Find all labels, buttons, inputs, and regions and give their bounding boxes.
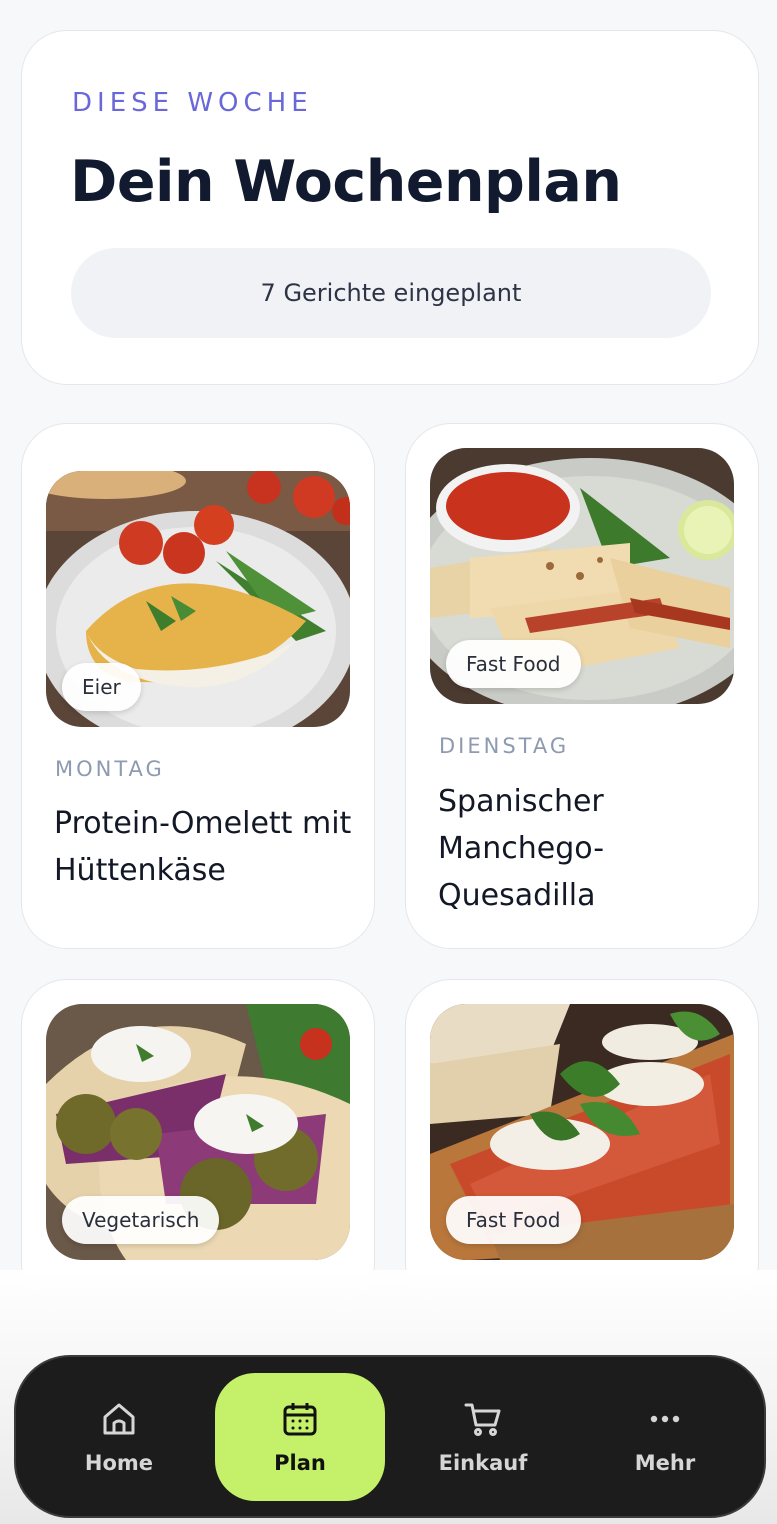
page-title: Dein Wochenplan [70,149,622,215]
meal-title: Spanischer Manchego-Quesadilla [438,784,605,913]
nav-label-mehr: Mehr [634,1451,696,1475]
meal-card-tuesday[interactable]: Fast Food DIENSTAG Spanischer Manchego-Q… [405,423,759,949]
meal-tag: Fast Food [446,640,581,688]
meal-image-pizzabread: Fast Food [430,1004,734,1260]
meal-image-falafel: Vegetarisch [46,1004,350,1260]
meal-day-label: DIENSTAG [439,734,570,758]
bottom-navigation: Home Plan Einkauf Mehr [14,1355,766,1518]
home-icon [103,1403,135,1435]
meal-card-4[interactable]: Fast Food [405,979,759,1309]
meal-image-omelette: Eier [46,471,350,727]
meal-image-quesadilla: Fast Food [430,448,734,704]
meal-tag: Vegetarisch [62,1196,220,1244]
meal-tag: Eier [62,663,141,711]
nav-label-einkauf: Einkauf [438,1451,528,1475]
more-icon [650,1415,680,1423]
meal-day-label: MONTAG [55,757,165,781]
cart-icon [464,1403,501,1436]
meal-card-3[interactable]: Vegetarisch [21,979,375,1309]
nav-label-home: Home [84,1451,154,1475]
calendar-icon [283,1403,317,1436]
nav-item-plan[interactable]: Plan [215,1373,385,1501]
meal-card-monday[interactable]: Eier MONTAG Protein-Omelett mit Hüttenkä… [21,423,375,949]
meal-title: Protein-Omelett mit Hüttenkäse [54,806,352,888]
nav-item-mehr[interactable]: Mehr [580,1373,750,1501]
nav-item-einkauf[interactable]: Einkauf [398,1373,568,1501]
meal-tag: Fast Food [446,1196,581,1244]
week-header-card: DIESE WOCHE Dein Wochenplan 7 Gerichte e… [21,30,759,385]
week-eyebrow: DIESE WOCHE [72,88,313,118]
meal-count-pill: 7 Gerichte eingeplant [71,248,711,338]
nav-label-plan: Plan [274,1451,326,1475]
nav-item-home[interactable]: Home [34,1373,204,1501]
